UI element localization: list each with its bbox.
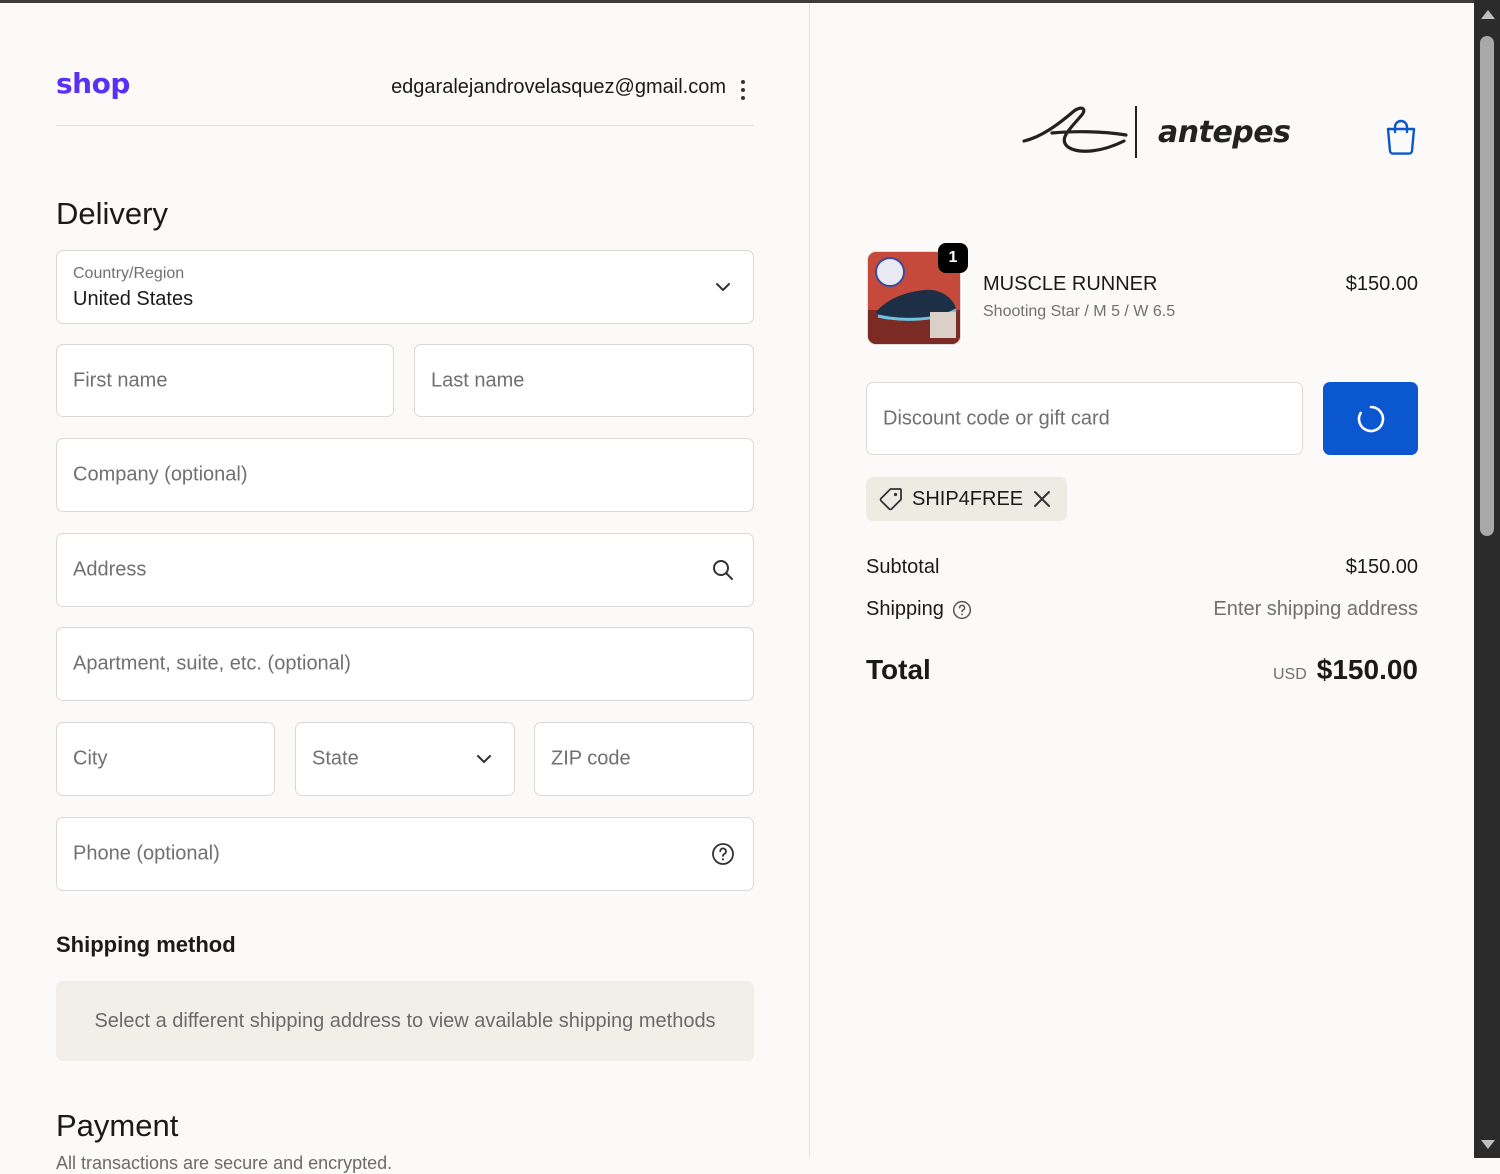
shopping-bag-icon[interactable] <box>1384 117 1418 155</box>
first-name-field[interactable]: First name <box>56 344 394 417</box>
header-divider <box>56 125 754 126</box>
subtotal-label: Subtotal <box>866 556 940 578</box>
more-options-icon[interactable] <box>736 80 750 102</box>
chevron-down-icon <box>477 755 491 763</box>
shipping-help-icon[interactable] <box>952 600 972 620</box>
scroll-up-arrow-icon[interactable] <box>1481 10 1495 19</box>
product-variant: Shooting Star / M 5 / W 6.5 <box>983 303 1176 320</box>
company-field[interactable]: Company (optional) <box>56 438 754 512</box>
city-field[interactable]: City <box>56 722 275 796</box>
total-amount: USD $150.00 <box>1273 654 1418 686</box>
search-icon <box>713 560 733 580</box>
company-placeholder: Company (optional) <box>73 463 248 486</box>
loading-spinner-icon <box>1357 405 1385 433</box>
remove-discount-close-icon[interactable] <box>1031 488 1053 510</box>
product-price: $150.00 <box>1345 273 1418 295</box>
state-placeholder: State <box>312 747 359 770</box>
total-value: $150.00 <box>1316 654 1418 685</box>
country-select[interactable]: Country/Region United States <box>56 250 754 324</box>
country-value: United States <box>73 288 194 310</box>
order-summary-panel: antepes 1 MUSCLE RUNNER Shooting Star / … <box>810 3 1474 1158</box>
total-label: Total <box>866 654 931 685</box>
scrollbar-thumb[interactable] <box>1480 36 1494 536</box>
apply-discount-button[interactable] <box>1323 382 1418 455</box>
checkout-form-panel: shop edgaralejandrovelasquez@gmail.com D… <box>0 3 810 1173</box>
shipping-row-label: Shipping <box>866 598 972 621</box>
total-currency: USD <box>1273 666 1307 683</box>
last-name-placeholder: Last name <box>431 369 525 391</box>
zip-placeholder: ZIP code <box>551 747 631 770</box>
last-name-field[interactable]: Last name <box>414 344 754 417</box>
discount-code-field[interactable]: Discount code or gift card <box>866 382 1303 455</box>
address-placeholder: Address <box>73 558 147 581</box>
applied-discount-chip: SHIP4FREE <box>866 477 1068 521</box>
delivery-heading: Delivery <box>56 196 168 231</box>
phone-field[interactable]: Phone (optional) <box>56 817 754 891</box>
zip-field[interactable]: ZIP code <box>534 722 754 796</box>
first-name-placeholder: First name <box>73 369 168 391</box>
apartment-placeholder: Apartment, suite, etc. (optional) <box>73 652 351 675</box>
tag-icon <box>879 488 902 511</box>
address-field[interactable]: Address <box>56 533 754 607</box>
brand-separator <box>1135 106 1137 158</box>
discount-placeholder: Discount code or gift card <box>883 407 1110 429</box>
payment-subtitle: All transactions are secure and encrypte… <box>56 1153 393 1173</box>
quantity-badge: 1 <box>938 243 968 273</box>
subtotal-value: $150.00 <box>1345 556 1418 578</box>
country-label: Country/Region <box>73 265 185 282</box>
account-email: edgaralejandrovelasquez@gmail.com <box>391 76 726 98</box>
scroll-down-arrow-icon[interactable] <box>1481 1140 1495 1149</box>
help-icon[interactable] <box>711 842 735 866</box>
shipping-method-heading: Shipping method <box>56 932 236 957</box>
shop-logo[interactable]: shop <box>56 67 130 100</box>
discount-code-text: SHIP4FREE <box>912 487 1024 510</box>
shipping-value: Enter shipping address <box>1213 598 1418 620</box>
brand-name[interactable]: antepes <box>1158 115 1291 150</box>
shipping-method-notice: Select a different shipping address to v… <box>56 981 754 1061</box>
apartment-field[interactable]: Apartment, suite, etc. (optional) <box>56 627 754 701</box>
chevron-down-icon <box>716 283 730 291</box>
state-select[interactable]: State <box>295 722 515 796</box>
product-name: MUSCLE RUNNER <box>983 273 1158 295</box>
shipping-label: Shipping <box>866 598 944 620</box>
city-placeholder: City <box>73 747 108 770</box>
scrollbar[interactable] <box>1474 0 1500 1158</box>
payment-heading: Payment <box>56 1108 179 1143</box>
phone-placeholder: Phone (optional) <box>73 842 220 865</box>
